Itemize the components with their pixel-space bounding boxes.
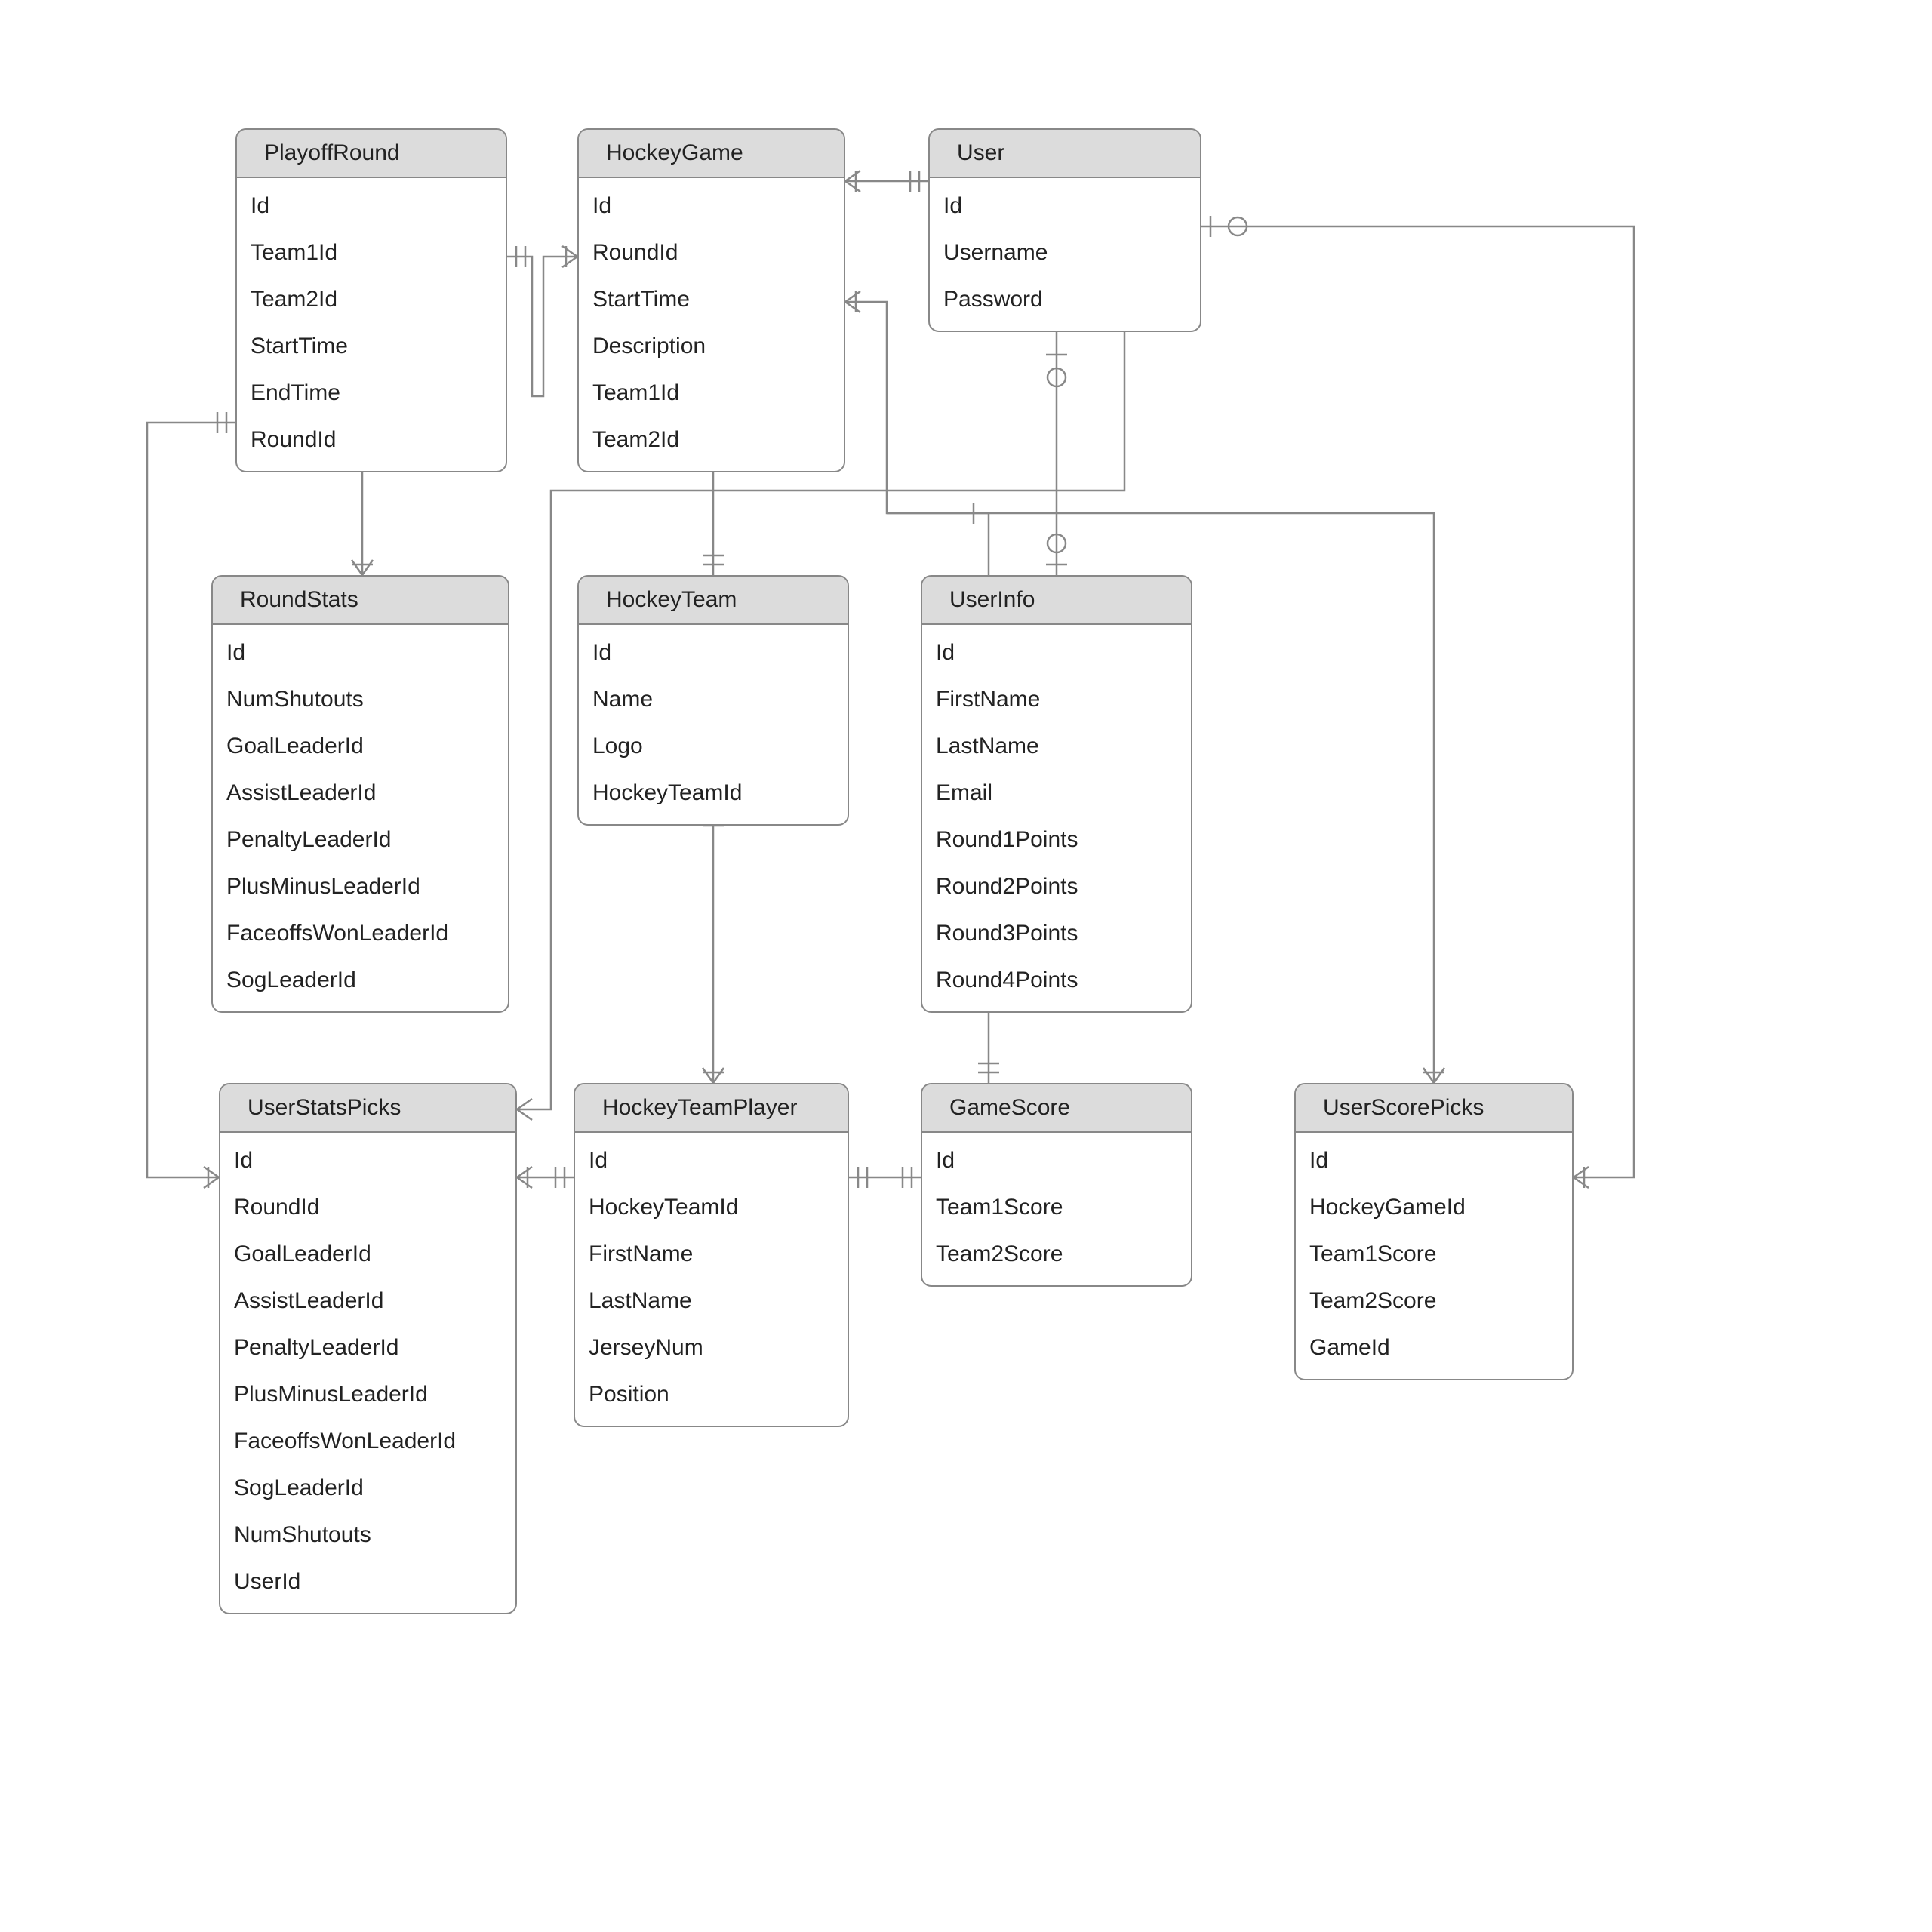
entity-UserStatsPicks[interactable]: UserStatsPicksIdRoundIdGoalLeaderIdAssis…: [219, 1083, 517, 1614]
entity-attr: Round3Points: [922, 910, 1191, 957]
entity-attr: LastName: [922, 723, 1191, 770]
entity-attr: Team2Score: [1296, 1278, 1572, 1324]
entity-attr: FaceoffsWonLeaderId: [213, 910, 508, 957]
entity-attr: JerseyNum: [575, 1324, 848, 1371]
entity-User[interactable]: UserIdUsernamePassword: [928, 128, 1201, 332]
er-diagram-canvas: PlayoffRoundIdTeam1IdTeam2IdStartTimeEnd…: [0, 0, 1932, 1932]
entity-attr: Position: [575, 1371, 848, 1418]
entity-attr: FaceoffsWonLeaderId: [220, 1418, 515, 1465]
entity-attr: RoundId: [237, 417, 506, 463]
entity-attr: EndTime: [237, 370, 506, 417]
entity-attr: Description: [579, 323, 844, 370]
entity-attr: Team2Score: [922, 1231, 1191, 1278]
entity-attrs: IdFirstNameLastNameEmailRound1PointsRoun…: [922, 625, 1191, 1011]
entity-attr: Round1Points: [922, 817, 1191, 863]
entity-attr: Id: [922, 629, 1191, 676]
entity-attr: GoalLeaderId: [213, 723, 508, 770]
entity-attr: Round2Points: [922, 863, 1191, 910]
entity-PlayoffRound[interactable]: PlayoffRoundIdTeam1IdTeam2IdStartTimeEnd…: [235, 128, 507, 472]
entity-attr: NumShutouts: [220, 1512, 515, 1558]
entity-attr: Id: [922, 1137, 1191, 1184]
entity-attr: Logo: [579, 723, 848, 770]
entity-attrs: IdNameLogoHockeyTeamId: [579, 625, 848, 824]
entity-attr: StartTime: [579, 276, 844, 323]
entity-attrs: IdRoundIdGoalLeaderIdAssistLeaderIdPenal…: [220, 1133, 515, 1613]
entity-attr: PenaltyLeaderId: [220, 1324, 515, 1371]
entity-attr: Id: [213, 629, 508, 676]
entity-attr: Id: [579, 629, 848, 676]
entity-attr: Password: [930, 276, 1200, 323]
entity-attr: FirstName: [575, 1231, 848, 1278]
entity-attr: LastName: [575, 1278, 848, 1324]
entity-attr: AssistLeaderId: [213, 770, 508, 817]
entity-attr: Team1Score: [922, 1184, 1191, 1231]
entity-attr: Id: [220, 1137, 515, 1184]
entity-title: RoundStats: [213, 577, 508, 625]
entity-UserInfo[interactable]: UserInfoIdFirstNameLastNameEmailRound1Po…: [921, 575, 1192, 1013]
entity-attr: HockeyTeamId: [575, 1184, 848, 1231]
entity-title: UserScorePicks: [1296, 1084, 1572, 1133]
entity-HockeyTeamPlayer[interactable]: HockeyTeamPlayerIdHockeyTeamIdFirstNameL…: [574, 1083, 849, 1427]
entity-attr: PenaltyLeaderId: [213, 817, 508, 863]
entity-attr: Email: [922, 770, 1191, 817]
entity-attr: GoalLeaderId: [220, 1231, 515, 1278]
entity-attrs: IdTeam1ScoreTeam2Score: [922, 1133, 1191, 1285]
entity-attrs: IdNumShutoutsGoalLeaderIdAssistLeaderIdP…: [213, 625, 508, 1011]
entity-title: HockeyGame: [579, 130, 844, 178]
entity-attr: SogLeaderId: [213, 957, 508, 1004]
entity-attr: Team1Score: [1296, 1231, 1572, 1278]
entity-title: HockeyTeamPlayer: [575, 1084, 848, 1133]
entity-attr: Team2Id: [579, 417, 844, 463]
entity-attr: PlusMinusLeaderId: [220, 1371, 515, 1418]
entity-title: UserStatsPicks: [220, 1084, 515, 1133]
entity-attr: Id: [237, 183, 506, 229]
entity-attr: Id: [579, 183, 844, 229]
entity-attrs: IdTeam1IdTeam2IdStartTimeEndTimeRoundId: [237, 178, 506, 471]
entity-GameScore[interactable]: GameScoreIdTeam1ScoreTeam2Score: [921, 1083, 1192, 1287]
entity-attr: Team1Id: [579, 370, 844, 417]
entity-UserScorePicks[interactable]: UserScorePicksIdHockeyGameIdTeam1ScoreTe…: [1294, 1083, 1574, 1380]
entity-attrs: IdRoundIdStartTimeDescriptionTeam1IdTeam…: [579, 178, 844, 471]
entity-attr: StartTime: [237, 323, 506, 370]
entity-attr: GameId: [1296, 1324, 1572, 1371]
entity-attrs: IdHockeyGameIdTeam1ScoreTeam2ScoreGameId: [1296, 1133, 1572, 1379]
entity-HockeyGame[interactable]: HockeyGameIdRoundIdStartTimeDescriptionT…: [577, 128, 845, 472]
entity-attr: Id: [575, 1137, 848, 1184]
entity-attr: HockeyGameId: [1296, 1184, 1572, 1231]
entity-title: User: [930, 130, 1200, 178]
entity-attrs: IdHockeyTeamIdFirstNameLastNameJerseyNum…: [575, 1133, 848, 1426]
entity-attr: AssistLeaderId: [220, 1278, 515, 1324]
entity-title: UserInfo: [922, 577, 1191, 625]
entity-attr: RoundId: [220, 1184, 515, 1231]
entity-attr: SogLeaderId: [220, 1465, 515, 1512]
entity-title: GameScore: [922, 1084, 1191, 1133]
entity-attr: Name: [579, 676, 848, 723]
entity-title: PlayoffRound: [237, 130, 506, 178]
entity-attr: Id: [1296, 1137, 1572, 1184]
entity-attr: Id: [930, 183, 1200, 229]
entity-attr: NumShutouts: [213, 676, 508, 723]
entity-attr: RoundId: [579, 229, 844, 276]
entity-attr: FirstName: [922, 676, 1191, 723]
entity-RoundStats[interactable]: RoundStatsIdNumShutoutsGoalLeaderIdAssis…: [211, 575, 509, 1013]
entity-attr: PlusMinusLeaderId: [213, 863, 508, 910]
entity-attr: Team1Id: [237, 229, 506, 276]
entity-attr: Username: [930, 229, 1200, 276]
entity-HockeyTeam[interactable]: HockeyTeamIdNameLogoHockeyTeamId: [577, 575, 849, 826]
entity-title: HockeyTeam: [579, 577, 848, 625]
entity-attr: Round4Points: [922, 957, 1191, 1004]
entity-attr: UserId: [220, 1558, 515, 1605]
entity-attr: HockeyTeamId: [579, 770, 848, 817]
entity-attr: Team2Id: [237, 276, 506, 323]
entity-attrs: IdUsernamePassword: [930, 178, 1200, 331]
